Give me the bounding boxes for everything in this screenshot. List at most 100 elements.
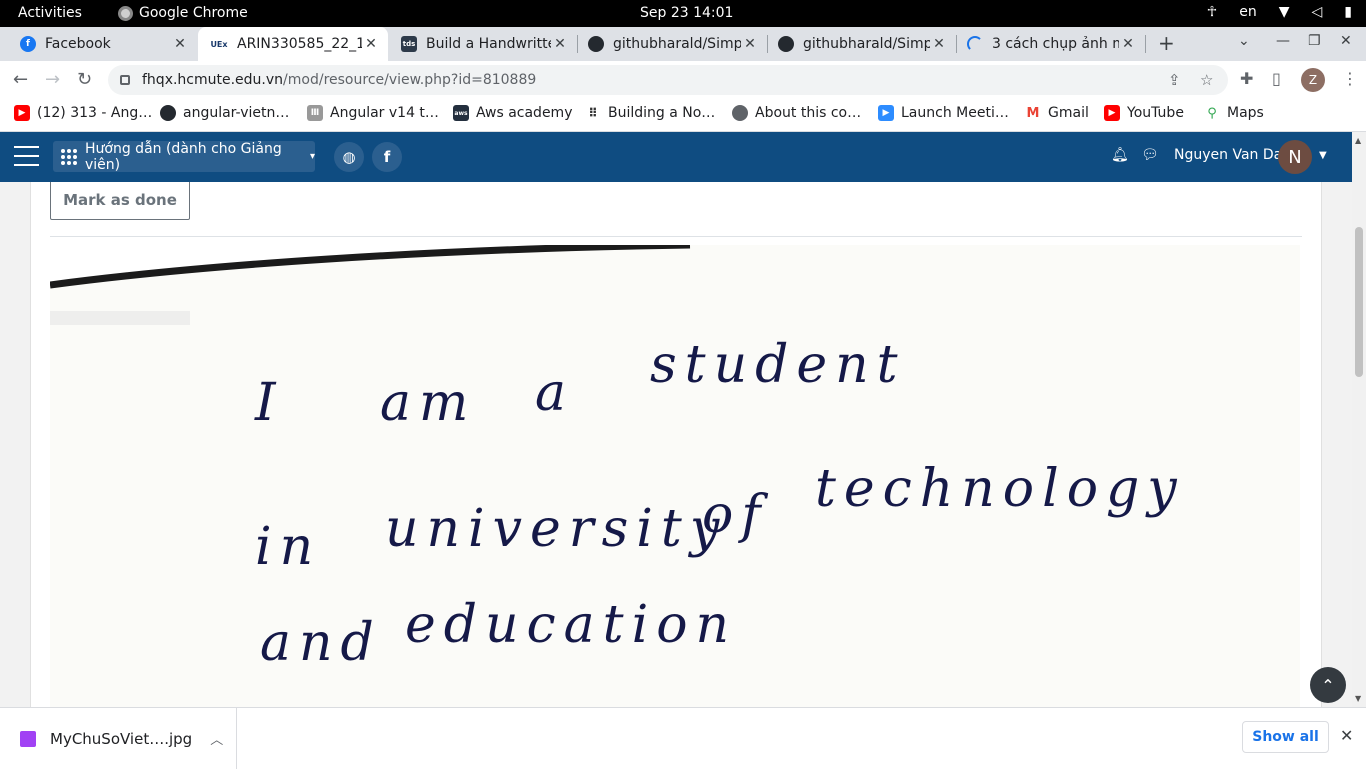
handwriting-image: I am a student in university of technolo… [50, 245, 1300, 707]
bookmark-item[interactable]: ⠿ Building a No… [585, 105, 715, 121]
messages-icon[interactable]: 💬︎ [1141, 147, 1159, 163]
tab-title: Facebook [45, 36, 111, 52]
reload-button[interactable]: ↻ [77, 69, 92, 90]
app-menu[interactable]: Google Chrome [118, 5, 248, 21]
close-tab-icon[interactable]: ✕ [741, 36, 759, 52]
tab-title: ARIN330585_22_1_ [237, 36, 362, 52]
bookmark-label: (12) 313 - Ang… [37, 105, 153, 121]
bookmark-label: Maps [1227, 105, 1264, 121]
system-tray[interactable]: ☥ en ▼ ◁ ▮ [1207, 4, 1352, 20]
activities-button[interactable]: Activities [18, 5, 82, 21]
handwritten-word: I [255, 373, 284, 433]
course-menu-dropdown[interactable]: Hướng dẫn (dành cho Giảng viên) ▾ [53, 141, 315, 173]
clock[interactable]: Sep 23 14:01 [640, 5, 733, 21]
resource-card: Mark as done I am a student in universit… [30, 182, 1322, 707]
keyboard-layout[interactable]: en [1239, 4, 1257, 20]
bookmark-item[interactable]: M Gmail [1025, 105, 1089, 121]
chrome-icon [118, 5, 133, 21]
scroll-down-arrow-icon[interactable]: ▼ [1355, 694, 1361, 703]
mark-as-done-button[interactable]: Mark as done [50, 182, 190, 220]
handwritten-word: am [380, 373, 477, 433]
bookmark-label: Aws academy [476, 105, 573, 121]
close-icon[interactable]: ✕ [1340, 726, 1353, 745]
loading-spinner-icon [967, 36, 983, 52]
chrome-menu-icon[interactable]: ⋮ [1342, 69, 1358, 88]
moodle-navbar: Hướng dẫn (dành cho Giảng viên) ▾ ◍ f 🔔︎… [0, 132, 1352, 182]
forward-button[interactable]: → [45, 69, 60, 90]
bookmark-label: angular-vietn… [183, 105, 290, 121]
tab-separator [1145, 35, 1146, 53]
bookmark-label: Gmail [1048, 105, 1089, 121]
address-bar[interactable]: fhqx.hcmute.edu.vn/mod/resource/view.php… [108, 65, 1228, 95]
tab-githubharald-1[interactable]: githubharald/Simp ✕ [578, 27, 767, 61]
caret-down-icon: ▾ [309, 151, 315, 162]
facebook-icon[interactable]: f [372, 142, 402, 172]
browser-toolbar: ← → ↻ fhqx.hcmute.edu.vn/mod/resource/vi… [0, 61, 1366, 99]
bookmark-item[interactable]: ▶ (12) 313 - Ang… [14, 105, 152, 121]
bookmark-item[interactable]: aws Aws academy [453, 105, 572, 121]
image-file-icon [20, 730, 36, 747]
tab-title: Build a Handwritte [426, 36, 551, 52]
notifications-bell-icon[interactable]: 🔔︎ [1111, 147, 1129, 163]
restore-button[interactable]: ❐ [1308, 33, 1321, 49]
hamburger-menu-icon[interactable] [14, 146, 39, 166]
profile-avatar[interactable]: Z [1301, 68, 1325, 92]
bookmark-star-icon[interactable]: ☆ [1200, 71, 1213, 89]
extensions-icon[interactable]: ✚ [1240, 69, 1253, 88]
bookmark-item[interactable]: Ⅲ Angular v14 t… [307, 105, 439, 121]
bookmarks-bar: ▶ (12) 313 - Ang… angular-vietn… Ⅲ Angular… [0, 99, 1366, 132]
download-bar: MyChuSoViet….jpg ︿ Show all ✕ [0, 707, 1366, 769]
volume-icon[interactable]: ◁ [1312, 4, 1323, 20]
close-window-button[interactable]: ✕ [1340, 33, 1352, 49]
page-scrollbar[interactable]: ▲ ▼ [1352, 132, 1366, 707]
bookmark-label: Angular v14 t… [330, 105, 439, 121]
close-tab-icon[interactable]: ✕ [1119, 36, 1137, 52]
tab-search-icon[interactable]: ⌄ [1238, 33, 1250, 49]
close-tab-icon[interactable]: ✕ [362, 36, 380, 52]
back-to-top-button[interactable]: ⌃ [1310, 667, 1346, 703]
tab-build-handwriting[interactable]: tds Build a Handwritte ✕ [389, 27, 577, 61]
github-icon [160, 105, 176, 121]
tds-icon: tds [401, 36, 417, 52]
globe-icon[interactable]: ◍ [334, 142, 364, 172]
chevron-up-icon[interactable]: ︿ [210, 729, 223, 748]
new-tab-button[interactable]: + [1158, 31, 1175, 55]
app-name: Google Chrome [139, 5, 248, 21]
maps-icon: ⚲ [1204, 105, 1220, 121]
tab-arin330585[interactable]: UEx ARIN330585_22_1_ ✕ [198, 27, 388, 61]
share-icon[interactable]: ⇪ [1168, 71, 1181, 89]
handwritten-word: technology [815, 459, 1185, 519]
globe-icon [732, 105, 748, 121]
url-text[interactable]: fhqx.hcmute.edu.vn/mod/resource/view.php… [142, 72, 536, 88]
tab-chup-anh[interactable]: 3 cách chụp ảnh m ✕ [957, 27, 1145, 61]
bookmark-item[interactable]: ⚲ Maps [1204, 105, 1264, 121]
user-name[interactable]: Nguyen Van Dat [1174, 147, 1288, 163]
scroll-up-arrow-icon[interactable]: ▲ [1355, 136, 1361, 145]
bookmark-item[interactable]: angular-vietn… [160, 105, 289, 121]
user-menu-caret-icon[interactable]: ▼ [1319, 150, 1327, 161]
url-host: fhqx.hcmute.edu.vn [142, 72, 284, 88]
scrollbar-thumb[interactable] [1355, 227, 1363, 377]
back-button[interactable]: ← [13, 69, 28, 90]
wifi-icon[interactable]: ▼ [1279, 4, 1290, 20]
tab-githubharald-2[interactable]: githubharald/Simp ✕ [768, 27, 956, 61]
show-all-button[interactable]: Show all [1242, 721, 1329, 753]
accessibility-icon[interactable]: ☥ [1207, 4, 1217, 20]
user-avatar[interactable]: N [1278, 140, 1312, 174]
bookmark-item[interactable]: ▶ YouTube [1104, 105, 1184, 121]
download-item[interactable]: MyChuSoViet….jpg ︿ [0, 708, 237, 769]
tab-title: githubharald/Simp [613, 36, 741, 52]
bookmark-item[interactable]: ▶ Launch Meeti… [878, 105, 1009, 121]
bookmark-label: Building a No… [608, 105, 716, 121]
facebook-icon: f [20, 36, 36, 52]
tab-strip: f Facebook ✕ UEx ARIN330585_22_1_ ✕ tds … [0, 27, 1366, 61]
close-tab-icon[interactable]: ✕ [930, 36, 948, 52]
tab-facebook[interactable]: f Facebook ✕ [0, 27, 197, 61]
side-panel-icon[interactable]: ▯ [1272, 69, 1281, 88]
battery-icon[interactable]: ▮ [1344, 4, 1352, 20]
lock-icon[interactable] [120, 75, 130, 85]
close-tab-icon[interactable]: ✕ [551, 36, 569, 52]
close-tab-icon[interactable]: ✕ [171, 36, 189, 52]
minimize-button[interactable]: — [1276, 33, 1290, 49]
bookmark-item[interactable]: About this co… [732, 105, 861, 121]
